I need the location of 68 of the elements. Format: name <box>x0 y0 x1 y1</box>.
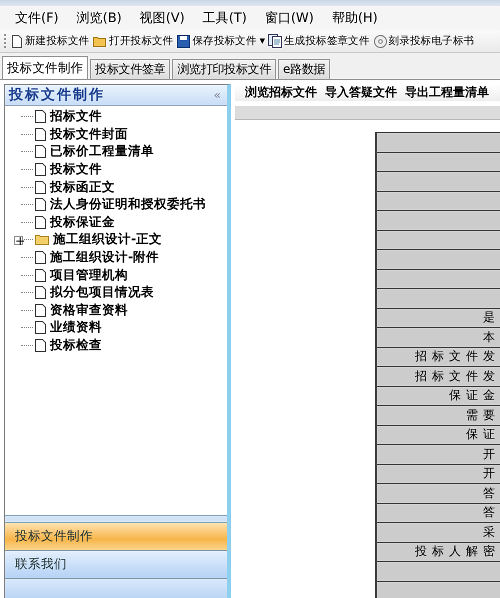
tab[interactable]: 投标文件签章 <box>90 59 170 79</box>
tree-item[interactable]: 业绩资料 <box>17 319 227 337</box>
tree-item[interactable]: + 施工组织设计-正文 <box>17 231 227 249</box>
table-cell: 本 <box>483 328 500 346</box>
toolbar-button[interactable]: 保存投标文件 <box>176 34 258 48</box>
document-icon <box>35 339 46 352</box>
action-button[interactable]: 导出工程量清单 <box>405 84 489 101</box>
toolbar-button[interactable]: 新建投标文件 <box>10 34 90 48</box>
menu-item[interactable]: 帮助(H) <box>322 7 387 29</box>
table-cell: 是 <box>483 309 500 326</box>
document-icon <box>35 145 46 158</box>
menu-item[interactable]: 浏览(B) <box>68 7 131 29</box>
document-icon <box>35 180 46 194</box>
document-icon <box>35 268 46 282</box>
document-icon <box>11 34 23 48</box>
toolbar-button[interactable]: 打开投标文件 <box>92 34 174 48</box>
table-cell: 招标文件发 <box>415 348 500 366</box>
table-cell: 保证金 <box>449 387 500 404</box>
tree-item[interactable]: 项目管理机构 <box>17 266 227 284</box>
table-cell: 招标文件发 <box>415 368 500 385</box>
menu-item[interactable]: 工具(T) <box>194 7 256 29</box>
tree-item[interactable]: 施工组织设计-附件 <box>17 248 227 266</box>
document-icon <box>35 216 46 229</box>
document-icon <box>35 128 46 141</box>
tree-item[interactable]: 法人身份证明和授权委托书 <box>17 196 227 214</box>
splitter[interactable] <box>5 515 227 523</box>
tree-item[interactable]: 资格审查资料 <box>17 302 227 320</box>
menu-item[interactable]: 窗口(W) <box>256 7 323 29</box>
tab[interactable]: 投标文件制作 <box>2 56 88 79</box>
tree-item[interactable]: 招标文件 <box>17 108 227 126</box>
menu-item[interactable]: 视图(V) <box>130 7 194 29</box>
document-stack-icon <box>268 34 282 48</box>
table-cell: 开 <box>483 465 500 482</box>
folder-icon <box>93 35 108 47</box>
table-cell: 保证 <box>466 426 500 444</box>
document-icon <box>35 163 46 176</box>
nav-item[interactable]: 投标文件制作 <box>5 523 227 551</box>
expand-toggle[interactable]: + <box>14 236 23 246</box>
tree-item[interactable]: 投标文件 <box>17 160 227 178</box>
action-button[interactable]: 导入答疑文件 <box>325 84 397 101</box>
document-icon <box>35 198 46 212</box>
panel-title: 投标文件制作 <box>9 86 105 104</box>
action-button[interactable]: 浏览招标文件 <box>245 84 317 101</box>
table-cell: 答 <box>483 484 500 502</box>
tab[interactable]: 浏览打印投标文件 <box>172 59 276 79</box>
document-icon <box>35 251 46 264</box>
nav-item[interactable]: 联系我们 <box>5 551 227 579</box>
tree-item[interactable]: 投标文件封面 <box>17 126 227 144</box>
folder-icon <box>35 234 49 246</box>
tab[interactable]: e路数据 <box>278 59 330 79</box>
table-cell: 采 <box>483 524 500 541</box>
table-cell: 答 <box>483 504 500 522</box>
tree-item[interactable]: 拟分包项目情况表 <box>17 284 227 302</box>
tree-item[interactable]: 投标保证金 <box>17 214 227 232</box>
tree-item[interactable]: 投标函正文 <box>17 178 227 196</box>
document-icon <box>35 286 46 300</box>
toolbar-button[interactable]: 刻录投标电子标书 <box>372 34 476 48</box>
tree-item[interactable]: 已标价工程量清单 <box>17 143 227 161</box>
table-cell: 需要 <box>466 406 500 424</box>
disc-icon <box>374 34 387 48</box>
table-cell: 开 <box>483 446 500 463</box>
tree-item[interactable]: 投标检查 <box>17 336 227 354</box>
document-icon <box>35 321 46 334</box>
menu-item[interactable]: 文件(F) <box>6 7 68 29</box>
toolbar-button[interactable]: 生成投标签章文件 <box>267 34 371 48</box>
table-cell: 投标人解密 <box>415 543 500 560</box>
document-icon <box>35 304 46 317</box>
document-icon <box>35 110 46 124</box>
